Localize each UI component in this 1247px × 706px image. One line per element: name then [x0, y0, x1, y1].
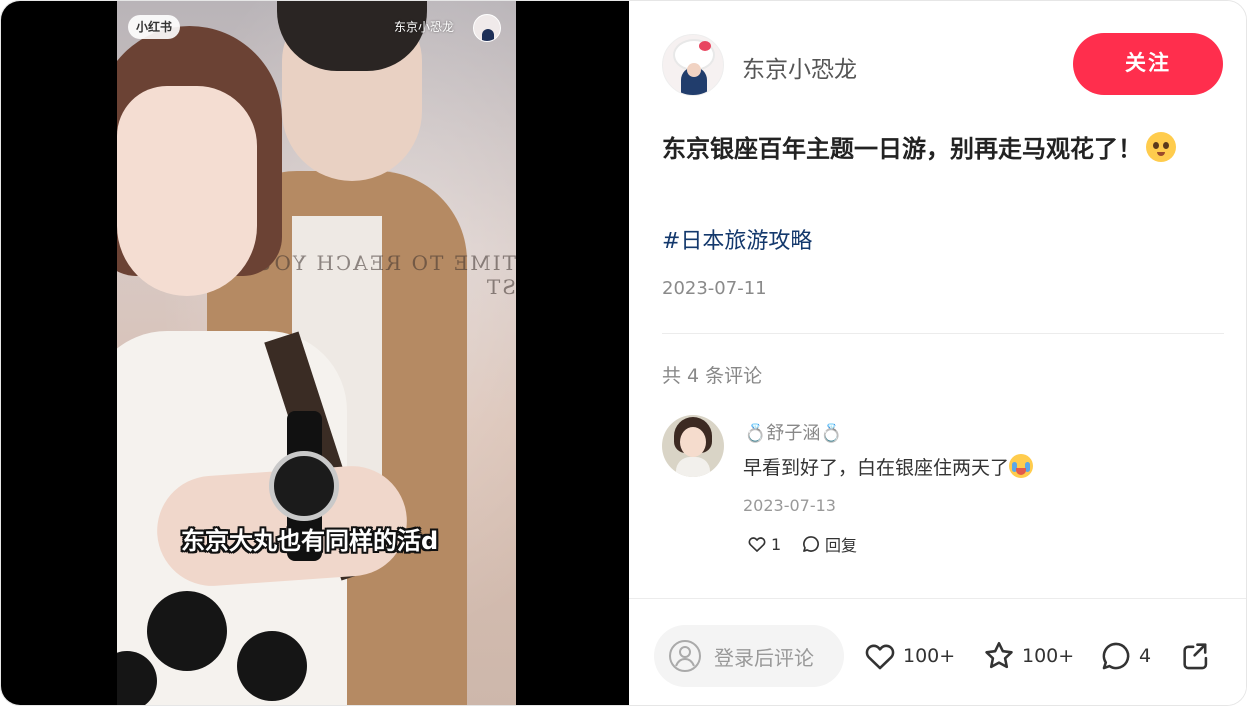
comment-like-button[interactable]: 1: [747, 532, 781, 556]
comment-count: 共 4 条评论: [662, 365, 763, 387]
collect-button[interactable]: 100+: [982, 639, 1074, 673]
login-to-comment-input[interactable]: 登录后评论: [654, 625, 844, 687]
like-count: 100+: [903, 645, 956, 667]
watermark-avatar: [473, 14, 501, 42]
comment-reply-button[interactable]: 回复: [801, 532, 857, 556]
cherry-print: [147, 591, 227, 671]
comment-button[interactable]: 4: [1099, 639, 1151, 673]
ring-icon: 💍: [820, 423, 843, 444]
comment-icon: [1099, 639, 1133, 673]
divider: [662, 333, 1224, 334]
comment-date: 2023-07-13: [743, 496, 836, 515]
follow-button[interactable]: 关注: [1073, 33, 1223, 95]
heart-icon: [747, 534, 767, 554]
comment-username-text: 舒子涵: [766, 423, 821, 444]
collect-count: 100+: [1022, 645, 1075, 667]
cherry-print: [117, 651, 157, 705]
ring-icon: 💍: [744, 423, 767, 444]
heart-icon: [863, 639, 897, 673]
comment-like-count: 1: [771, 534, 782, 554]
xiaohongshu-logo-badge: 小红书: [128, 15, 181, 39]
user-circle-icon: [668, 639, 702, 673]
share-icon: [1179, 639, 1213, 673]
cherry-print: [237, 631, 307, 701]
like-button[interactable]: 100+: [863, 639, 955, 673]
note-date: 2023-07-11: [662, 278, 767, 299]
media-viewer[interactable]: TIME TO REACH YOUR ST 小红书 东京小恐龙 东京大丸也有同样…: [1, 1, 629, 705]
author-avatar[interactable]: [662, 34, 724, 96]
watermark-author: 东京小恐龙: [394, 20, 455, 34]
comment-total: 4: [1139, 645, 1152, 667]
login-placeholder: 登录后评论: [714, 645, 814, 670]
note-info-panel: 东京小恐龙 关注 东京银座百年主题一日游，别再走马观花了！ #日本旅游攻略 20…: [629, 1, 1246, 705]
star-icon: [982, 639, 1016, 673]
avatar-person-face: [687, 63, 701, 77]
avatar-body: [676, 457, 710, 477]
share-button[interactable]: [1179, 639, 1213, 673]
avatar-face: [680, 427, 706, 457]
hashtag-link[interactable]: #日本旅游攻略: [662, 223, 812, 255]
note-detail-window: TIME TO REACH YOUR ST 小红书 东京小恐龙 东京大丸也有同样…: [0, 0, 1247, 706]
comment-text-body: 早看到好了，白在银座住两天了: [743, 457, 1010, 479]
pleading-face-emoji-icon: [1146, 132, 1176, 162]
girl-face: [117, 86, 257, 296]
comment-text: 早看到好了，白在银座住两天了: [743, 453, 1034, 480]
comment-avatar[interactable]: [662, 415, 724, 477]
avatar-bow: [699, 41, 711, 51]
note-title-text: 东京银座百年主题一日游，别再走马观花了！: [662, 135, 1142, 163]
engagement-bar: 登录后评论 100+ 100+ 4: [629, 598, 1246, 705]
reply-icon: [801, 534, 821, 554]
note-photo[interactable]: TIME TO REACH YOUR ST: [117, 1, 516, 705]
comment-username[interactable]: 💍舒子涵💍: [744, 419, 843, 445]
comment-reply-label: 回复: [825, 536, 858, 555]
crying-face-emoji-icon: [1009, 454, 1034, 478]
author-name[interactable]: 东京小恐龙: [742, 50, 857, 84]
video-subtitle: 东京大丸也有同样的活d: [181, 527, 439, 555]
note-title: 东京银座百年主题一日游，别再走马观花了！: [662, 129, 1202, 169]
wrist-watch: [269, 451, 339, 521]
